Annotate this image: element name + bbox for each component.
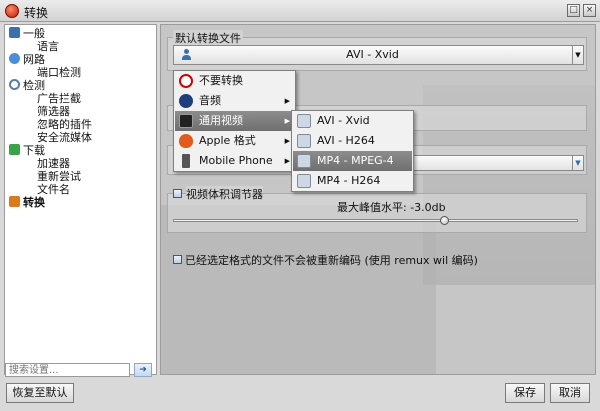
default-convert-combo[interactable]: AVI - Xvid ▼	[173, 45, 584, 65]
reset-defaults-button[interactable]: 恢复至默认	[6, 383, 74, 403]
submenu-item-mp4-h264[interactable]: MP4 - H264	[293, 171, 412, 191]
video-format-submenu: AVI - Xvid AVI - H264 MP4 - MPEG-4 MP4 -…	[291, 110, 414, 192]
app-logo-icon	[5, 4, 19, 18]
convert-icon	[9, 196, 20, 207]
chevron-right-icon: ▶	[284, 97, 290, 105]
globe-icon	[9, 53, 20, 64]
user-icon	[297, 154, 311, 168]
apple-icon	[179, 134, 193, 148]
general-icon	[9, 27, 20, 38]
max-peak-label: 最大峰值水平: -3.0db	[337, 201, 446, 214]
format-popup-menu: 不要转换 音频 ▶ 通用视频 ▶ Apple 格式 ▶ Mobile Phone…	[173, 70, 296, 172]
download-icon	[9, 144, 20, 155]
chevron-right-icon: ▶	[284, 117, 290, 125]
settings-search-input[interactable]	[5, 363, 130, 377]
no-reencode-label: 已经选定格式的文件不会被重新编码 (使用 remux wil 编码)	[185, 254, 478, 267]
menu-item-no-convert[interactable]: 不要转换	[175, 71, 294, 91]
volume-slider-thumb[interactable]	[439, 216, 449, 225]
window-title: 转换	[24, 6, 49, 20]
default-convert-group-title: 默认转换文件	[173, 30, 243, 46]
settings-tree: 一般 语言 网路 端口检测 检测 广告拦截 筛选器 忽略的插件 安全流媒体 下载…	[4, 24, 157, 375]
film-reel-icon	[179, 114, 193, 128]
chevron-right-icon: ▶	[284, 137, 290, 145]
submenu-item-avi-h264[interactable]: AVI - H264	[293, 131, 412, 151]
chevron-down-icon: ▼	[572, 46, 583, 64]
volume-group-title: 视频体积调节器	[186, 186, 263, 202]
volume-adjuster-checkbox[interactable]	[173, 189, 182, 198]
user-icon	[297, 134, 311, 148]
chevron-down-icon: ▼	[572, 156, 583, 170]
chevron-right-icon: ▶	[284, 157, 290, 165]
user-icon	[297, 174, 311, 188]
magnifier-icon	[9, 79, 20, 90]
menu-item-mobile-phone[interactable]: Mobile Phone ▶	[175, 151, 294, 171]
submenu-item-avi-xvid[interactable]: AVI - Xvid	[293, 111, 412, 131]
user-icon	[297, 114, 311, 128]
maximize-button[interactable]: □	[567, 4, 580, 17]
arrow-right-icon: ➜	[139, 365, 147, 375]
menu-item-generic-video[interactable]: 通用视频 ▶	[175, 111, 294, 131]
search-go-button[interactable]: ➜	[134, 363, 152, 377]
menu-item-apple-format[interactable]: Apple 格式 ▶	[175, 131, 294, 151]
secondary-convert-combo[interactable]: ▼	[401, 155, 584, 171]
volume-slider-track[interactable]	[173, 219, 578, 222]
music-note-icon	[179, 94, 193, 108]
submenu-item-mp4-mpeg4[interactable]: MP4 - MPEG-4	[293, 151, 412, 171]
close-button[interactable]: ×	[583, 4, 596, 17]
title-bar: 转换 □ ×	[0, 0, 600, 22]
mobile-phone-icon	[182, 154, 190, 168]
no-reencode-checkbox[interactable]	[173, 255, 182, 264]
save-button[interactable]: 保存	[505, 383, 545, 403]
cancel-button[interactable]: 取消	[550, 383, 590, 403]
menu-item-audio[interactable]: 音频 ▶	[175, 91, 294, 111]
no-entry-icon	[179, 74, 193, 88]
